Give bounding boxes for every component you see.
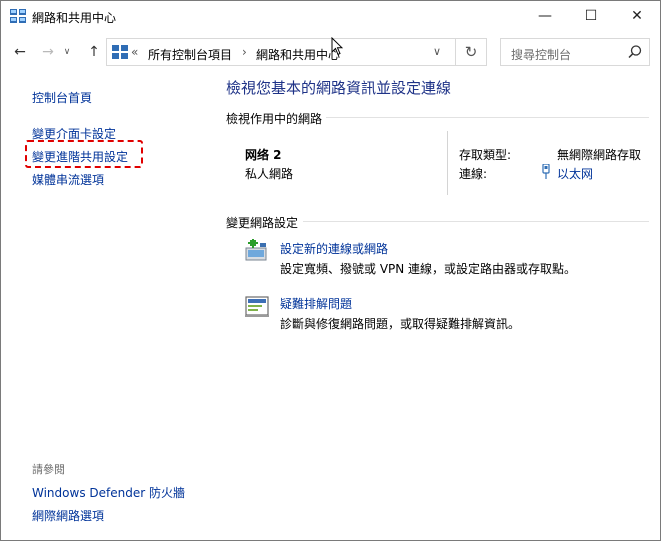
change-settings-heading: 變更網路設定 (226, 216, 299, 230)
window-title: 網路和共用中心 (32, 11, 117, 25)
connections-label: 連線: (459, 167, 488, 181)
section-divider (303, 221, 649, 222)
troubleshoot-problems-link[interactable]: 疑難排解問題 (280, 295, 352, 312)
title-bar: 網路和共用中心 — ☐ ✕ (1, 1, 660, 31)
maximize-button[interactable]: ☐ (568, 1, 614, 31)
breadcrumb-all-items[interactable]: 所有控制台項目 (148, 46, 232, 63)
troubleshoot-description: 診斷與修復網路問題，或取得疑難排解資訊。 (280, 317, 521, 331)
recent-locations-button[interactable]: ∨ (61, 43, 73, 61)
breadcrumb-separator-icon[interactable]: › (242, 45, 247, 59)
search-icon[interactable] (627, 44, 643, 60)
page-title: 檢視您基本的網路資訊並設定連線 (226, 79, 452, 97)
refresh-button[interactable]: ↻ (456, 38, 487, 66)
network-sharing-center-window: 網路和共用中心 — ☐ ✕ ← → ∨ ↑ « 所有控制台項目 › 網路和共用中… (0, 0, 661, 541)
ethernet-icon (542, 164, 550, 179)
see-also-internet-options-link[interactable]: 網際網路選項 (32, 507, 104, 524)
active-networks-heading: 檢視作用中的網路 (226, 112, 323, 126)
network-category: 私人網路 (245, 167, 294, 181)
minimize-button[interactable]: — (522, 1, 568, 31)
breadcrumb-overflow-icon[interactable]: « (131, 45, 138, 59)
highlight-annotation (25, 140, 143, 168)
mouse-cursor-icon (331, 37, 343, 56)
access-type-value: 無網際網路存取 (557, 148, 642, 162)
ethernet-connection-link[interactable]: 以太网 (557, 165, 593, 182)
control-panel-icon (112, 45, 128, 59)
network-center-icon (10, 9, 26, 23)
search-input[interactable]: 搜尋控制台 (500, 38, 650, 66)
setup-new-connection-description: 設定寬頻、撥號或 VPN 連線，或設定路由器或存取點。 (280, 262, 577, 276)
access-type-label: 存取類型: (459, 148, 512, 162)
breadcrumb-network-center[interactable]: 網路和共用中心 (256, 46, 340, 63)
network-name: 网络 2 (245, 148, 282, 162)
troubleshoot-icon (245, 296, 269, 317)
new-connection-icon (245, 239, 267, 261)
section-divider (326, 117, 649, 118)
address-dropdown-icon[interactable]: ∨ (433, 45, 441, 58)
see-also-firewall-link[interactable]: Windows Defender 防火牆 (32, 484, 185, 501)
sidebar-item-control-panel-home[interactable]: 控制台首頁 (32, 89, 92, 106)
forward-button[interactable]: → (39, 43, 57, 61)
search-placeholder: 搜尋控制台 (511, 48, 572, 62)
sidebar-item-media-streaming[interactable]: 媒體串流選項 (32, 171, 104, 188)
address-bar[interactable]: « 所有控制台項目 › 網路和共用中心 ∨ (106, 38, 456, 66)
up-button[interactable]: ↑ (85, 43, 103, 61)
see-also-heading: 請參閱 (32, 463, 65, 476)
vertical-divider (447, 131, 448, 195)
back-button[interactable]: ← (11, 43, 29, 61)
setup-new-connection-link[interactable]: 設定新的連線或網路 (280, 240, 388, 257)
close-button[interactable]: ✕ (614, 1, 660, 31)
